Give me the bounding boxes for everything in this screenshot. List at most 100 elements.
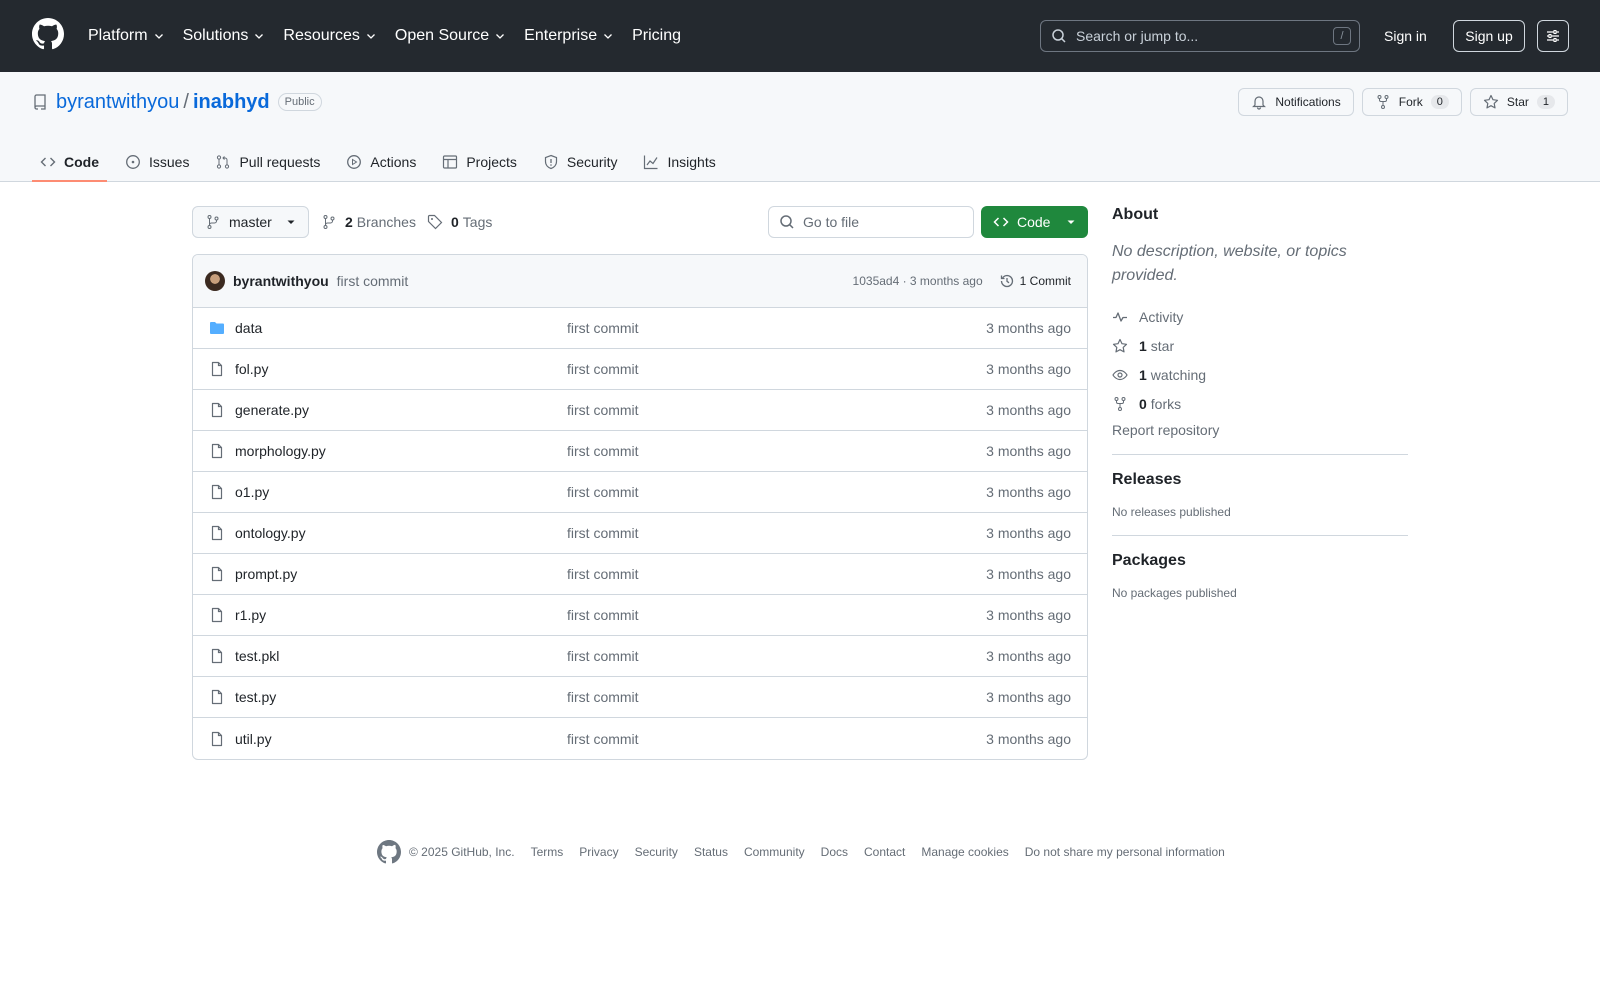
tab-insights[interactable]: Insights xyxy=(635,142,723,182)
nav-solutions[interactable]: Solutions xyxy=(183,27,266,45)
file-icon xyxy=(209,361,225,377)
file-name-link[interactable]: data xyxy=(235,320,567,336)
search-input[interactable]: Search or jump to... / xyxy=(1040,20,1360,52)
footer-link-terms[interactable]: Terms xyxy=(531,845,564,859)
keyboard-shortcut-hint: / xyxy=(1333,27,1351,45)
tab-code[interactable]: Code xyxy=(32,142,107,182)
file-commit-link[interactable]: first commit xyxy=(567,731,639,747)
table-row[interactable]: prompt.py first commit 3 months ago xyxy=(193,554,1087,595)
file-name-link[interactable]: test.pkl xyxy=(235,648,567,664)
tab-issues[interactable]: Issues xyxy=(117,142,197,182)
file-commit-link[interactable]: first commit xyxy=(567,607,639,623)
tab-projects[interactable]: Projects xyxy=(434,142,525,182)
footer-link-manage-cookies[interactable]: Manage cookies xyxy=(921,845,1008,859)
footer-link-docs[interactable]: Docs xyxy=(821,845,848,859)
tab-actions[interactable]: Actions xyxy=(338,142,424,182)
issue-icon xyxy=(125,154,149,170)
file-commit-link[interactable]: first commit xyxy=(567,443,639,459)
file-age: 3 months ago xyxy=(986,320,1071,336)
sliders-icon[interactable] xyxy=(1537,20,1569,52)
footer-link-do-not-share[interactable]: Do not share my personal information xyxy=(1025,845,1225,859)
footer-link-status[interactable]: Status xyxy=(694,845,728,859)
file-name-link[interactable]: test.py xyxy=(235,689,567,705)
file-name-link[interactable]: util.py xyxy=(235,731,567,747)
commit-hash-time[interactable]: 1035ad4 · 3 months ago xyxy=(853,274,983,288)
file-commit-link[interactable]: first commit xyxy=(567,689,639,705)
table-row[interactable]: test.py first commit 3 months ago xyxy=(193,677,1087,718)
activity-link[interactable]: Activity xyxy=(1112,302,1408,331)
file-name-link[interactable]: r1.py xyxy=(235,607,567,623)
footer-link-security[interactable]: Security xyxy=(635,845,678,859)
file-commit-link[interactable]: first commit xyxy=(567,525,639,541)
table-row[interactable]: fol.py first commit 3 months ago xyxy=(193,349,1087,390)
tab-security[interactable]: Security xyxy=(535,142,626,182)
stars-link[interactable]: 1 star xyxy=(1112,331,1408,360)
table-row[interactable]: generate.py first commit 3 months ago xyxy=(193,390,1087,431)
file-age: 3 months ago xyxy=(986,730,1071,747)
nav-platform[interactable]: Platform xyxy=(88,27,165,45)
file-name-link[interactable]: fol.py xyxy=(235,361,567,377)
avatar[interactable] xyxy=(205,271,225,291)
footer-link-contact[interactable]: Contact xyxy=(864,845,905,859)
go-to-file-input[interactable]: Go to file xyxy=(768,206,974,238)
table-row[interactable]: util.py first commit 3 months ago xyxy=(193,718,1087,759)
github-logo-icon[interactable] xyxy=(377,840,401,864)
table-row[interactable]: data first commit 3 months ago xyxy=(193,308,1087,349)
notifications-label: Notifications xyxy=(1275,95,1341,109)
sign-up-button[interactable]: Sign up xyxy=(1453,20,1525,52)
commit-history-link[interactable]: 1 Commit xyxy=(999,273,1071,289)
footer-link-community[interactable]: Community xyxy=(744,845,805,859)
file-commit-link[interactable]: first commit xyxy=(567,402,639,418)
fork-button[interactable]: Fork 0 xyxy=(1361,88,1462,116)
notifications-button[interactable]: Notifications xyxy=(1238,88,1354,116)
watching-count: 1 xyxy=(1139,366,1147,383)
star-button[interactable]: Star 1 xyxy=(1469,88,1568,116)
nav-label: Open Source xyxy=(394,27,490,44)
repo-separator: / xyxy=(183,90,189,113)
file-commit-link[interactable]: first commit xyxy=(567,648,639,664)
commit-author-link[interactable]: byrantwithyou xyxy=(233,273,329,289)
github-logo-icon[interactable] xyxy=(32,18,64,50)
file-name-link[interactable]: ontology.py xyxy=(235,525,567,541)
nav-open-source[interactable]: Open Source xyxy=(395,27,506,45)
repo-owner-link[interactable]: byrantwithyou xyxy=(56,91,179,114)
repo-name-link[interactable]: inabhyd xyxy=(193,91,270,114)
nav-label: Enterprise xyxy=(524,27,598,44)
file-commit-link[interactable]: first commit xyxy=(567,320,639,336)
commit-count-label: 1 Commit xyxy=(1019,274,1071,288)
nav-resources[interactable]: Resources xyxy=(283,27,376,45)
repo-tabs: Code Issues Pull requests Actions Projec… xyxy=(32,142,734,182)
pulse-icon xyxy=(1112,309,1139,325)
file-commit-link[interactable]: first commit xyxy=(567,566,639,582)
footer-link-privacy[interactable]: Privacy xyxy=(579,845,618,859)
sign-in-link[interactable]: Sign in xyxy=(1384,20,1427,52)
releases-heading[interactable]: Releases xyxy=(1112,471,1408,489)
file-commit-link[interactable]: first commit xyxy=(567,361,639,377)
table-row[interactable]: o1.py first commit 3 months ago xyxy=(193,472,1087,513)
file-commit-link[interactable]: first commit xyxy=(567,484,639,500)
branches-link[interactable]: 2 Branches xyxy=(321,206,416,238)
file-name-link[interactable]: prompt.py xyxy=(235,566,567,582)
nav-enterprise[interactable]: Enterprise xyxy=(524,27,614,45)
tab-pull-requests[interactable]: Pull requests xyxy=(207,142,328,182)
code-button[interactable]: Code xyxy=(981,206,1088,238)
forks-link[interactable]: 0 forks xyxy=(1112,389,1408,418)
table-row[interactable]: ontology.py first commit 3 months ago xyxy=(193,513,1087,554)
table-row[interactable]: morphology.py first commit 3 months ago xyxy=(193,431,1087,472)
file-name-link[interactable]: o1.py xyxy=(235,484,567,500)
tags-link[interactable]: 0 Tags xyxy=(427,206,492,238)
report-repository-link[interactable]: Report repository xyxy=(1112,422,1408,438)
branch-selector[interactable]: master xyxy=(192,206,309,238)
watching-link[interactable]: 1 watching xyxy=(1112,360,1408,389)
search-icon xyxy=(779,214,803,230)
file-name-link[interactable]: morphology.py xyxy=(235,443,567,459)
forks-count: 0 xyxy=(1139,395,1147,412)
nav-pricing[interactable]: Pricing xyxy=(632,27,681,45)
commit-message-link[interactable]: first commit xyxy=(337,273,409,289)
nav-label: Solutions xyxy=(182,27,249,44)
file-name-link[interactable]: generate.py xyxy=(235,402,567,418)
packages-heading[interactable]: Packages xyxy=(1112,552,1408,570)
table-row[interactable]: r1.py first commit 3 months ago xyxy=(193,595,1087,636)
table-row[interactable]: test.pkl first commit 3 months ago xyxy=(193,636,1087,677)
tab-label: Issues xyxy=(149,154,190,170)
